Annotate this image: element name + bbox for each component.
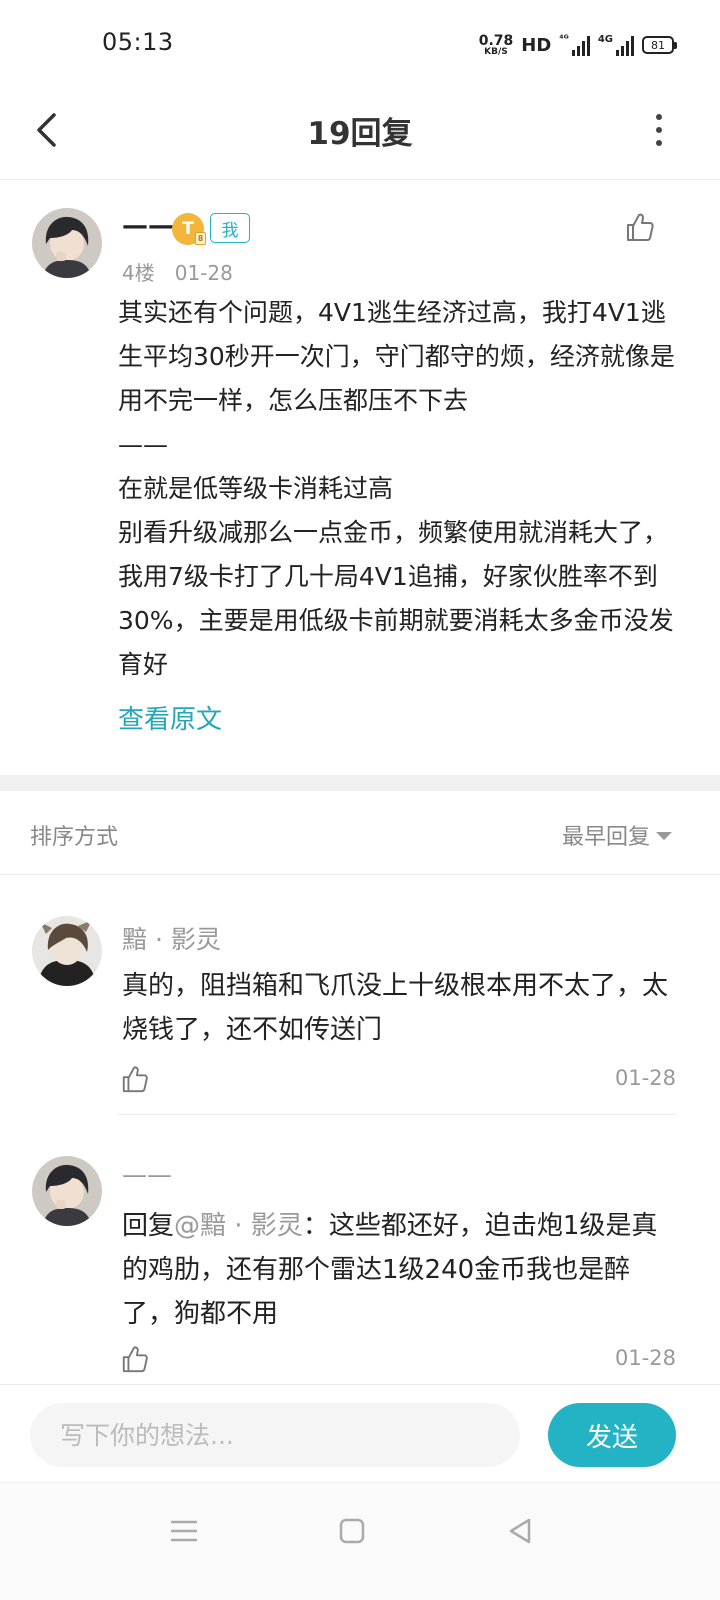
post-body: 其实还有个问题，4V1逃生经济过高，我打4V1逃生平均30秒开一次门，守门都守的…	[118, 291, 688, 687]
post-body-line: 别看升级减那么一点金币，频繁使用就消耗大了，我用7级卡打了几十局4V1追捕，好家…	[118, 518, 674, 679]
thumbs-up-icon[interactable]	[120, 1344, 152, 1376]
reply-item: —— 回复@黯 · 影灵：这些都还好，迫击炮1级是真的鸡肋，还有那个雷达1级24…	[0, 1156, 720, 1384]
reply-prefix: 回复	[122, 1211, 175, 1241]
signal-icon: ⁴ᴳ	[559, 34, 590, 56]
reply-time: 01-28	[614, 1066, 676, 1090]
post-meta: 4楼 01-28	[122, 257, 233, 286]
view-original-link[interactable]: 查看原文	[118, 699, 222, 736]
menu-icon[interactable]	[164, 1511, 204, 1551]
system-nav-bar	[0, 1482, 720, 1600]
level-badge: T 8	[172, 213, 206, 245]
reply-time: 01-28	[614, 1346, 676, 1370]
main-post: —— T 8 我 4楼 01-28 其实还有个问题，4V1逃生经济过高，我打4V1…	[0, 181, 720, 775]
thumbs-up-icon[interactable]	[624, 211, 656, 243]
sort-label: 排序方式	[30, 825, 119, 850]
thumbs-up-icon[interactable]	[120, 1064, 152, 1096]
net-speed: 0.78 KB/S	[479, 34, 514, 57]
reply-author[interactable]: 黯 · 影灵	[122, 920, 221, 956]
net-speed-value: 0.78	[478, 32, 514, 49]
me-badge: 我	[210, 213, 250, 243]
section-divider	[0, 775, 720, 791]
post-date: 01-28	[174, 261, 233, 285]
post-body-line: 在就是低等级卡消耗过高	[118, 474, 394, 503]
back-triangle-icon[interactable]	[500, 1511, 540, 1551]
status-bar: 05:13 0.78 KB/S HD ⁴ᴳ 4G 81	[0, 0, 720, 88]
sort-row: 排序方式 最早回复	[0, 791, 720, 875]
avatar[interactable]	[32, 1156, 102, 1226]
reply-body: 真的，阻挡箱和飞爪没上十级根本用不太了，太烧钱了，还不如传送门	[122, 971, 669, 1045]
sort-selected: 最早回复	[561, 825, 650, 850]
signal-label-2: 4G	[597, 34, 613, 45]
comment-input[interactable]	[30, 1403, 520, 1467]
level-badge-sub: 8	[195, 232, 206, 245]
level-badge-letter: T	[182, 219, 194, 239]
caret-down-icon	[656, 832, 672, 840]
status-time: 05:13	[102, 28, 174, 56]
comment-bar: 发送	[0, 1384, 720, 1482]
send-button[interactable]: 发送	[548, 1403, 676, 1467]
page-title: 19回复	[307, 116, 413, 152]
more-vertical-icon[interactable]	[646, 110, 672, 150]
status-indicators: 0.78 KB/S HD ⁴ᴳ 4G 81	[479, 30, 677, 60]
avatar[interactable]	[32, 208, 102, 278]
avatar[interactable]	[32, 916, 102, 986]
reply-author[interactable]: ——	[122, 1160, 172, 1189]
battery-icon: 81	[642, 36, 677, 54]
post-body-line: 其实还有个问题，4V1逃生经济过高，我打4V1逃生平均30秒开一次门，守门都守的…	[118, 298, 675, 415]
reply-item: 黯 · 影灵 真的，阻挡箱和飞爪没上十级根本用不太了，太烧钱了，还不如传送门 0…	[0, 916, 720, 1116]
post-body-line: ——	[118, 430, 168, 459]
home-icon[interactable]	[332, 1511, 372, 1551]
floor-label: 4楼	[122, 261, 155, 285]
sort-dropdown[interactable]: 最早回复	[562, 819, 672, 851]
hd-icon: HD	[521, 34, 552, 56]
battery-level: 81	[651, 38, 665, 52]
net-speed-unit: KB/S	[484, 46, 508, 57]
signal-label: ⁴ᴳ	[559, 34, 569, 45]
reply-mention[interactable]: @黯 · 影灵	[174, 1211, 303, 1241]
signal-icon-2: 4G	[598, 34, 634, 56]
divider	[118, 1114, 676, 1115]
reply-body: 回复@黯 · 影灵：这些都还好，迫击炮1级是真的鸡肋，还有那个雷达1级240金币…	[122, 1204, 682, 1336]
post-author[interactable]: ——	[122, 211, 174, 241]
title-bar: 19回复	[0, 88, 720, 180]
